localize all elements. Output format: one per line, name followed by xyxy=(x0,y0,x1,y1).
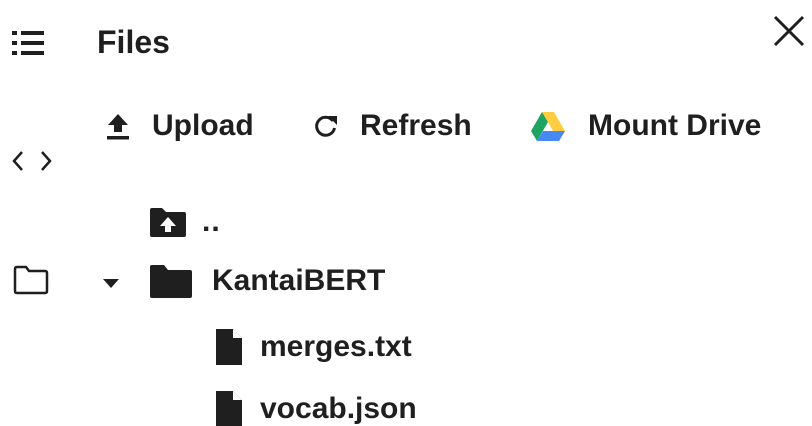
code-icon[interactable] xyxy=(10,148,54,174)
folder-up-icon xyxy=(150,208,186,237)
tree-item-file[interactable]: vocab.json xyxy=(214,387,417,426)
tree-item-file[interactable]: merges.txt xyxy=(214,325,412,369)
list-icon[interactable] xyxy=(12,28,46,58)
tree-item-label: vocab.json xyxy=(260,392,417,425)
mount-drive-label: Mount Drive xyxy=(588,109,762,142)
file-icon xyxy=(216,329,242,365)
mount-drive-button[interactable]: Mount Drive xyxy=(530,104,761,148)
upload-button[interactable]: Upload xyxy=(104,104,254,148)
caret-down-icon[interactable] xyxy=(100,264,122,298)
tree-item-label: merges.txt xyxy=(260,330,412,363)
tree-item-label: KantaiBERT xyxy=(212,264,386,297)
refresh-label: Refresh xyxy=(360,109,472,142)
files-panel: Files Upload Refresh Mount Drive .. Kant… xyxy=(0,0,812,426)
close-icon[interactable] xyxy=(772,14,806,48)
file-icon xyxy=(216,391,242,426)
tree-item-kantaibert[interactable]: KantaiBERT xyxy=(100,259,385,303)
tree-item-label: .. xyxy=(202,205,221,238)
folder-icon xyxy=(150,265,192,298)
refresh-button[interactable]: Refresh xyxy=(312,104,472,148)
folder-outline-icon[interactable] xyxy=(12,264,50,296)
upload-icon xyxy=(107,114,129,140)
tree-item-parent[interactable]: .. xyxy=(148,200,221,244)
upload-label: Upload xyxy=(152,109,254,142)
panel-title: Files xyxy=(97,24,170,60)
google-drive-icon xyxy=(531,112,565,141)
refresh-icon xyxy=(315,115,337,137)
